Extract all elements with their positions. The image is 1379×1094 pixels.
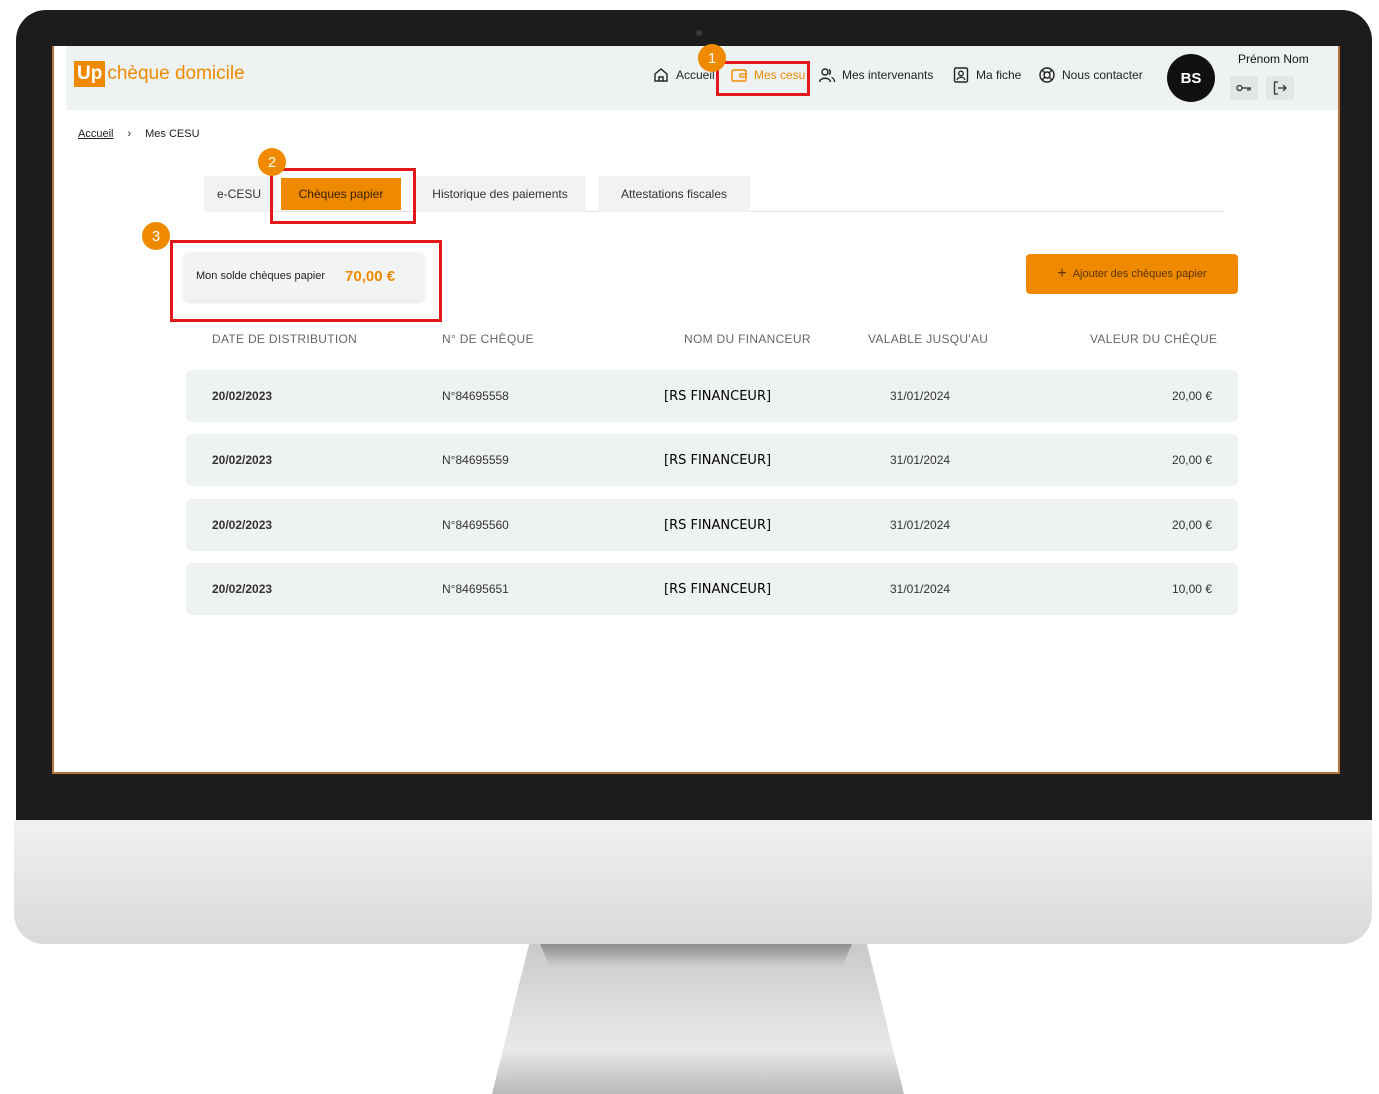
nav-label-ma-fiche: Ma fiche xyxy=(976,68,1022,82)
cell-numero: N°84695558 xyxy=(442,389,509,403)
nav-item-ma-fiche[interactable]: Ma fiche xyxy=(952,66,1021,84)
nav-item-nous-contacter[interactable]: Nous contacter xyxy=(1038,66,1143,84)
cell-date: 20/02/2023 xyxy=(212,518,273,532)
column-header-numero: N° DE CHÈQUE xyxy=(442,332,534,346)
chevron-right-icon: › xyxy=(127,128,132,140)
cell-validite: 31/01/2024 xyxy=(890,453,951,467)
home-icon xyxy=(654,68,668,82)
cell-financeur: [RS FINANCEUR] xyxy=(664,388,772,404)
cell-numero: N°84695560 xyxy=(442,518,509,532)
column-header-financeur: NOM DU FINANCEUR xyxy=(684,332,811,346)
cell-valeur: 20,00 € xyxy=(1171,389,1212,403)
cell-validite: 31/01/2024 xyxy=(890,518,951,532)
users-icon xyxy=(818,68,836,83)
cell-financeur: [RS FINANCEUR] xyxy=(664,452,772,468)
lifebuoy-icon xyxy=(1039,67,1055,83)
annotation-box-mes-cesu xyxy=(716,61,810,96)
annotation-box-cheques-papier xyxy=(270,168,416,224)
logo-mark: Up xyxy=(74,61,106,87)
cell-validite: 31/01/2024 xyxy=(890,389,951,403)
monitor-stand xyxy=(492,944,904,1094)
annotation-box-solde xyxy=(170,240,442,322)
column-header-validite: VALABLE JUSQU'AU xyxy=(868,332,989,346)
nav-label-mes-intervenants: Mes intervenants xyxy=(842,68,934,82)
table-row[interactable]: 20/02/2023 N°84695651 [RS FINANCEUR] 31/… xyxy=(186,563,1238,615)
add-cheques-label: Ajouter des chèques papier xyxy=(1072,268,1207,280)
step-badge-3: 3 xyxy=(142,222,170,250)
logout-icon xyxy=(1273,81,1287,95)
tab-e-cesu[interactable]: e-CESU xyxy=(204,176,274,212)
table-row[interactable]: 20/02/2023 N°84695559 [RS FINANCEUR] 31/… xyxy=(186,434,1238,486)
nav-item-mes-intervenants[interactable]: Mes intervenants xyxy=(818,66,933,84)
cell-financeur: [RS FINANCEUR] xyxy=(664,581,772,597)
step-badge-2: 2 xyxy=(258,148,286,176)
table-row[interactable]: 20/02/2023 N°84695558 [RS FINANCEUR] 31/… xyxy=(186,370,1238,422)
key-icon xyxy=(1236,84,1251,92)
cell-date: 20/02/2023 xyxy=(212,582,273,596)
cell-numero: N°84695651 xyxy=(442,582,509,596)
cell-numero: N°84695559 xyxy=(442,453,509,467)
step-badge-1: 1 xyxy=(698,44,726,72)
user-name: Prénom Nom xyxy=(1238,52,1309,66)
tab-attestations-fiscales[interactable]: Attestations fiscales xyxy=(598,176,750,212)
stand-shadow xyxy=(540,944,852,966)
breadcrumb-home-link[interactable]: Accueil xyxy=(78,128,113,140)
breadcrumb-current: Mes CESU xyxy=(145,128,200,140)
profile-card-icon xyxy=(953,67,969,83)
cell-valeur: 20,00 € xyxy=(1171,453,1212,467)
breadcrumb: Accueil › Mes CESU xyxy=(78,128,200,140)
cell-validite: 31/01/2024 xyxy=(890,582,951,596)
logout-button[interactable] xyxy=(1266,76,1294,100)
cell-date: 20/02/2023 xyxy=(212,453,273,467)
cell-valeur: 10,00 € xyxy=(1171,582,1212,596)
table-row[interactable]: 20/02/2023 N°84695560 [RS FINANCEUR] 31/… xyxy=(186,499,1238,551)
monitor-chin xyxy=(14,820,1372,944)
app-screen: Up chèque domicile Accueil Mes cesu Mes … xyxy=(52,46,1340,774)
cell-date: 20/02/2023 xyxy=(212,389,273,403)
cell-valeur: 20,00 € xyxy=(1171,518,1212,532)
logo-text: chèque domicile xyxy=(107,63,245,84)
brand-logo[interactable]: Up chèque domicile xyxy=(74,61,245,87)
plus-icon: + xyxy=(1057,265,1067,282)
tab-historique-paiements[interactable]: Historique des paiements xyxy=(414,176,586,212)
password-button[interactable] xyxy=(1230,76,1258,100)
avatar[interactable]: BS xyxy=(1167,54,1215,102)
nav-label-nous-contacter: Nous contacter xyxy=(1062,68,1143,82)
add-cheques-button[interactable]: + Ajouter des chèques papier xyxy=(1026,254,1238,294)
column-header-valeur: VALEUR DU CHÈQUE xyxy=(1090,332,1218,346)
cell-financeur: [RS FINANCEUR] xyxy=(664,517,772,533)
column-header-date: DATE DE DISTRIBUTION xyxy=(212,332,358,346)
camera-icon xyxy=(696,30,702,36)
